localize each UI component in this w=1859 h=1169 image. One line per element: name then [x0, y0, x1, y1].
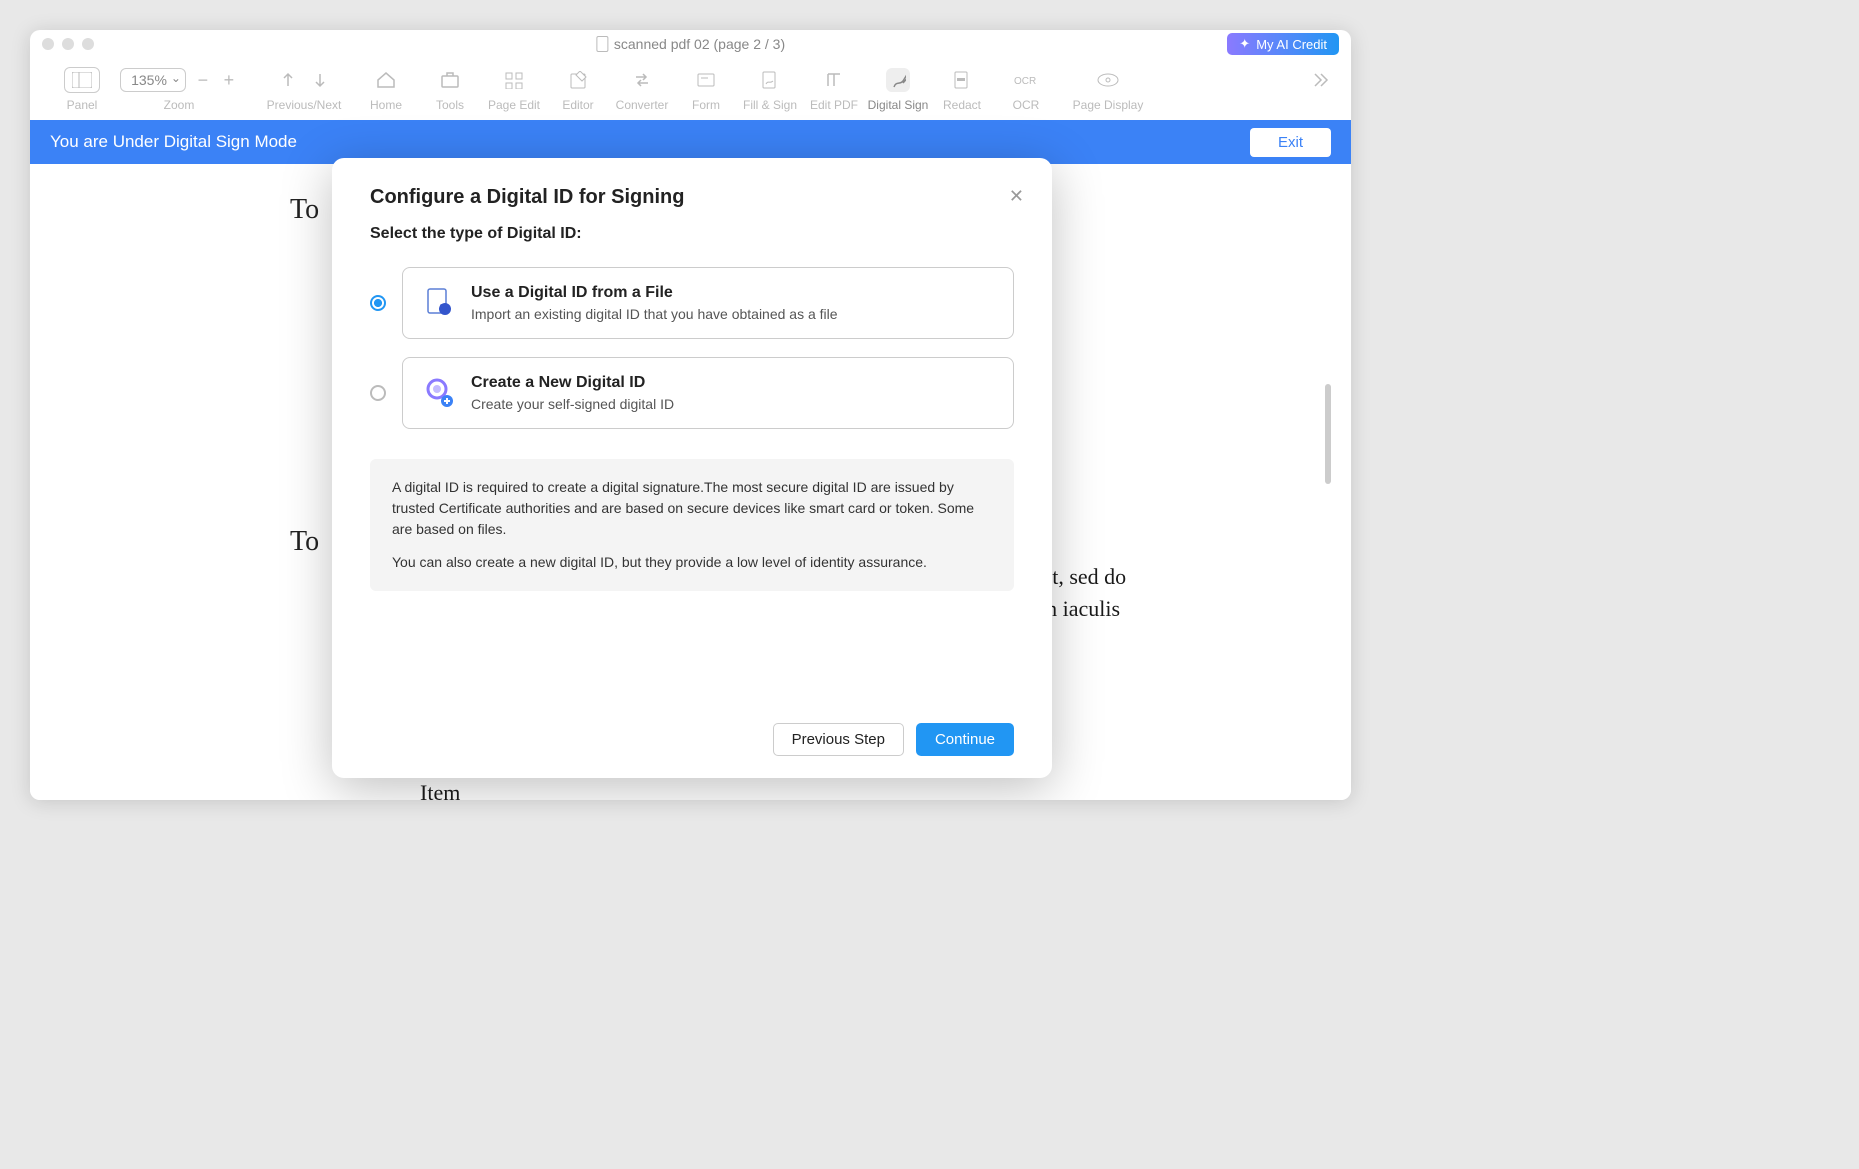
page-display-tool[interactable]: Page Display — [1058, 66, 1158, 112]
redact-tool[interactable]: Redact — [930, 66, 994, 112]
svg-text:OCR: OCR — [1014, 76, 1036, 87]
option-use-file-title: Use a Digital ID from a File — [471, 284, 838, 302]
doc-heading-1: To — [290, 194, 319, 226]
document-page: To To lit, sed do in iaculis -> Item 4 i… — [290, 164, 319, 558]
chevron-double-right-icon — [1311, 70, 1331, 90]
digital-sign-icon — [886, 68, 910, 92]
option-create-new-title: Create a New Digital ID — [471, 374, 674, 392]
radio-use-file[interactable] — [370, 295, 386, 311]
zoom-out-button[interactable]: − — [194, 70, 212, 91]
new-id-icon — [423, 377, 455, 409]
fill-sign-label: Fill & Sign — [743, 98, 797, 112]
next-button[interactable] — [308, 68, 332, 92]
option-create-new-desc: Create your self-signed digital ID — [471, 396, 674, 412]
panel-tool[interactable]: Panel — [50, 66, 114, 112]
prev-next-label: Previous/Next — [267, 98, 342, 112]
editor-icon — [566, 68, 590, 92]
minimize-window-icon[interactable] — [62, 38, 74, 50]
toolbar-overflow[interactable] — [1311, 66, 1331, 94]
page-edit-label: Page Edit — [488, 98, 540, 112]
mode-banner-text: You are Under Digital Sign Mode — [50, 132, 297, 152]
ocr-tool[interactable]: OCR OCR — [994, 66, 1058, 112]
home-tool[interactable]: Home — [354, 66, 418, 112]
tools-icon — [438, 68, 462, 92]
converter-tool[interactable]: Converter — [610, 66, 674, 112]
doc-heading-2: To — [290, 526, 319, 558]
ocr-icon: OCR — [1014, 68, 1038, 92]
panel-label: Panel — [67, 98, 98, 112]
digital-sign-label: Digital Sign — [868, 98, 929, 112]
panel-icon — [64, 67, 100, 93]
editor-tool[interactable]: Editor — [546, 66, 610, 112]
zoom-tool: 135% − + Zoom — [114, 66, 244, 112]
close-window-icon[interactable] — [42, 38, 54, 50]
form-tool[interactable]: Form — [674, 66, 738, 112]
previous-button[interactable] — [276, 68, 300, 92]
edit-pdf-tool[interactable]: Edit PDF — [802, 66, 866, 112]
option-use-file-desc: Import an existing digital ID that you h… — [471, 306, 838, 322]
option-create-new-card[interactable]: Create a New Digital ID Create your self… — [402, 357, 1014, 429]
info-box: A digital ID is required to create a dig… — [370, 459, 1014, 591]
home-label: Home — [370, 98, 402, 112]
edit-pdf-icon — [822, 68, 846, 92]
modal-title: Configure a Digital ID for Signing — [370, 186, 1014, 209]
converter-icon — [630, 68, 654, 92]
app-window: scanned pdf 02 (page 2 / 3) ✦ My AI Cred… — [30, 30, 1351, 800]
page-display-icon — [1096, 68, 1120, 92]
configure-digital-id-modal: Configure a Digital ID for Signing ✕ Sel… — [332, 158, 1052, 778]
zoom-in-button[interactable]: + — [220, 70, 238, 91]
document-title: scanned pdf 02 (page 2 / 3) — [596, 36, 785, 52]
modal-subtitle: Select the type of Digital ID: — [370, 225, 1014, 243]
title-bar: scanned pdf 02 (page 2 / 3) ✦ My AI Cred… — [30, 30, 1351, 58]
close-icon[interactable]: ✕ — [1009, 186, 1024, 207]
ocr-label: OCR — [1013, 98, 1040, 112]
info-paragraph-2: You can also create a new digital ID, bu… — [392, 552, 992, 573]
editor-label: Editor — [562, 98, 593, 112]
option-use-file-row[interactable]: Use a Digital ID from a File Import an e… — [370, 267, 1014, 339]
document-icon — [596, 36, 608, 52]
form-label: Form — [692, 98, 720, 112]
maximize-window-icon[interactable] — [82, 38, 94, 50]
info-paragraph-1: A digital ID is required to create a dig… — [392, 477, 992, 540]
previous-step-button[interactable]: Previous Step — [773, 723, 904, 756]
page-edit-tool[interactable]: Page Edit — [482, 66, 546, 112]
form-icon — [694, 68, 718, 92]
tools-tool[interactable]: Tools — [418, 66, 482, 112]
page-display-label: Page Display — [1073, 98, 1144, 112]
converter-label: Converter — [616, 98, 669, 112]
scrollbar-thumb[interactable] — [1325, 384, 1331, 484]
toolbar: Panel 135% − + Zoom Previous/Next Home — [30, 58, 1351, 120]
edit-pdf-label: Edit PDF — [810, 98, 858, 112]
sparkle-icon: ✦ — [1239, 36, 1250, 52]
modal-footer: Previous Step Continue — [370, 723, 1014, 756]
doc-body-line-1: lit, sed do — [1040, 564, 1126, 590]
zoom-label: Zoom — [164, 98, 195, 112]
doc-body-line-2: in iaculis — [1040, 596, 1120, 622]
radio-create-new[interactable] — [370, 385, 386, 401]
digital-sign-tool[interactable]: Digital Sign — [866, 66, 930, 112]
option-use-file-card[interactable]: Use a Digital ID from a File Import an e… — [402, 267, 1014, 339]
zoom-select[interactable]: 135% — [120, 68, 186, 92]
redact-label: Redact — [943, 98, 981, 112]
continue-button[interactable]: Continue — [916, 723, 1014, 756]
exit-button[interactable]: Exit — [1250, 128, 1331, 157]
option-create-new-row[interactable]: Create a New Digital ID Create your self… — [370, 357, 1014, 429]
page-edit-icon — [502, 68, 526, 92]
fill-sign-icon — [758, 68, 782, 92]
title-text: scanned pdf 02 (page 2 / 3) — [614, 36, 785, 52]
fill-sign-tool[interactable]: Fill & Sign — [738, 66, 802, 112]
tools-label: Tools — [436, 98, 464, 112]
file-id-icon — [423, 287, 455, 319]
prev-next-tool: Previous/Next — [254, 66, 354, 112]
ai-credit-label: My AI Credit — [1256, 37, 1327, 52]
window-controls — [42, 38, 94, 50]
home-icon — [374, 68, 398, 92]
zoom-value: 135% — [131, 72, 167, 88]
redact-icon — [950, 68, 974, 92]
ai-credit-button[interactable]: ✦ My AI Credit — [1227, 33, 1339, 55]
